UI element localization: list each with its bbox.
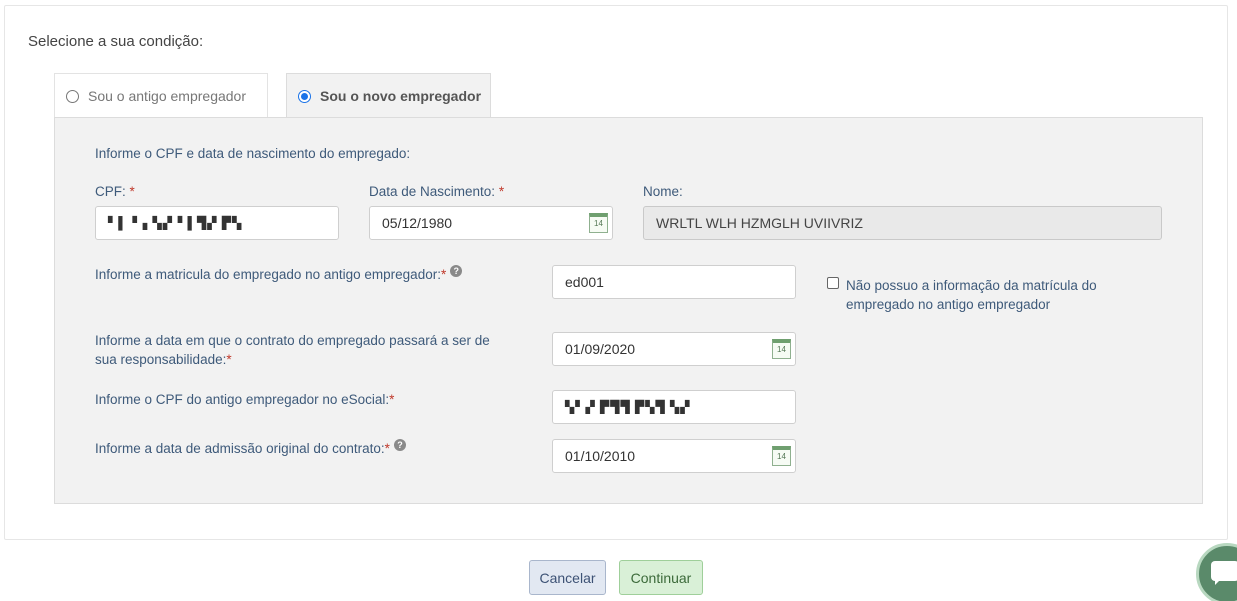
- birth-date-value: 05/12/1980: [382, 215, 453, 231]
- page-heading: Selecione a sua condição:: [28, 33, 204, 50]
- no-matricula-label[interactable]: Não possuo a informação da matrícula do …: [846, 276, 1146, 314]
- cpf-label: CPF: *: [95, 184, 135, 199]
- contract-date-label: Informe a data em que o contrato do empr…: [95, 333, 490, 367]
- name-label: Nome:: [643, 184, 683, 199]
- calendar-icon[interactable]: 14: [589, 213, 608, 233]
- old-cpf-value: ▚▘▞ ▛▜▜ ▛▚▜ ▚▞: [565, 400, 691, 414]
- birth-date-input[interactable]: 05/12/1980 14: [369, 206, 613, 240]
- admission-date-value: 01/10/2010: [565, 448, 636, 464]
- calendar-icon[interactable]: 14: [772, 446, 791, 466]
- name-value: WRLTL WLH HZMGLH UVIIVRIZ: [656, 215, 863, 231]
- cancel-button[interactable]: Cancelar: [529, 560, 606, 595]
- help-icon[interactable]: ?: [450, 265, 463, 277]
- matricula-label: Informe a matricula do empregado no anti…: [95, 265, 463, 284]
- birth-label: Data de Nascimento: *: [369, 184, 505, 199]
- admission-label: Informe a data de admissão original do c…: [95, 439, 406, 458]
- continue-button[interactable]: Continuar: [619, 560, 703, 595]
- admission-date-input[interactable]: 01/10/2010 14: [552, 439, 796, 473]
- old-cpf-input[interactable]: ▚▘▞ ▛▜▜ ▛▚▜ ▚▞: [552, 390, 796, 424]
- name-field: WRLTL WLH HZMGLH UVIIVRIZ: [643, 206, 1162, 240]
- chat-bubble-shape: [1211, 561, 1237, 585]
- matricula-value: ed001: [565, 274, 604, 290]
- contract-date-value: 01/09/2020: [565, 341, 636, 357]
- radio-antigo-empregador[interactable]: [66, 89, 79, 103]
- tab-antigo-empregador[interactable]: Sou o antigo empregador: [54, 73, 268, 118]
- cpf-value: ▘▌▝▗ ▚▞▝ ▌▜▞ ▛▚: [108, 216, 243, 230]
- contract-date-input[interactable]: 01/09/2020 14: [552, 332, 796, 366]
- chat-icon[interactable]: [1196, 543, 1237, 601]
- tab-novo-label: Sou o novo empregador: [320, 88, 482, 104]
- form-panel: Informe o CPF e data de nascimento do em…: [54, 117, 1203, 504]
- intro-label: Informe o CPF e data de nascimento do em…: [95, 146, 411, 161]
- tab-antigo-label: Sou o antigo empregador: [88, 88, 246, 104]
- calendar-icon[interactable]: 14: [772, 339, 791, 359]
- radio-novo-empregador[interactable]: [298, 89, 311, 103]
- cpf-input[interactable]: ▘▌▝▗ ▚▞▝ ▌▜▞ ▛▚: [95, 206, 339, 240]
- old-cpf-label: Informe o CPF do antigo empregador no eS…: [95, 392, 395, 407]
- help-icon[interactable]: ?: [393, 439, 406, 451]
- matricula-input[interactable]: ed001: [552, 265, 796, 299]
- no-matricula-checkbox[interactable]: [827, 277, 839, 289]
- tab-novo-empregador[interactable]: Sou o novo empregador: [286, 73, 491, 118]
